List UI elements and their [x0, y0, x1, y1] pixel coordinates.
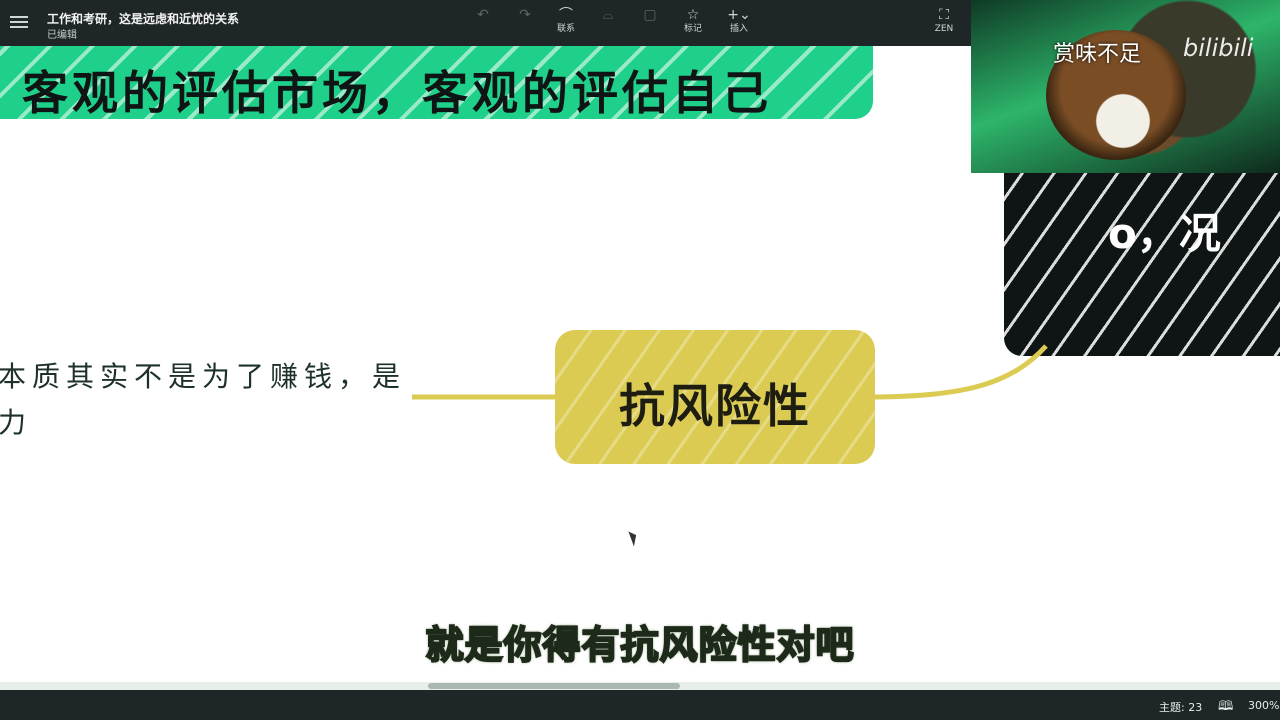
- topic-node-risk-resistance-text: 抗风险性: [619, 379, 811, 433]
- insert-button[interactable]: +⌄ 插入: [719, 6, 759, 35]
- document-status: 已编辑: [47, 30, 77, 41]
- menu-icon[interactable]: [10, 13, 28, 29]
- horizontal-scrollbar-thumb[interactable]: [428, 683, 680, 689]
- fullscreen-icon: ⛶: [939, 7, 949, 23]
- topic-node-risk-resistance[interactable]: 抗风险性: [555, 330, 875, 464]
- undo-icon: ↶: [477, 7, 489, 23]
- zoom-level[interactable]: 300%: [1248, 699, 1279, 712]
- marker-button[interactable]: ☆ 标记: [673, 6, 713, 35]
- video-subtitle: 就是你得有抗风险性对吧: [424, 622, 855, 668]
- topic-count: 主题: 23: [1159, 701, 1203, 714]
- relationship-button[interactable]: ⌒ 联系: [546, 6, 586, 35]
- link-icon: ⌒: [559, 7, 573, 23]
- redo-button[interactable]: ↷: [505, 6, 545, 24]
- plus-icon: +⌄: [727, 7, 751, 23]
- summary-button[interactable]: ⌓: [588, 6, 628, 24]
- topic-node-left[interactable]: 本质其实不是为了赚钱，是 力: [0, 354, 406, 446]
- star-icon: ☆: [686, 7, 700, 23]
- redo-icon: ↷: [519, 7, 531, 23]
- topic-node-left-line2: 力: [0, 406, 33, 439]
- webcam-overlay: 赏味不足 bilibili: [971, 0, 1280, 173]
- boundary-icon: ▢: [643, 7, 657, 23]
- topic-node-left-line1: 本质其实不是为了赚钱，是: [0, 360, 407, 393]
- webcam-caption: 赏味不足: [1053, 42, 1142, 67]
- zen-mode-button[interactable]: ⛶ ZEN: [924, 6, 964, 35]
- connector-right: [874, 344, 1048, 400]
- status-bar: 主题: 23 🕮 300%: [0, 690, 1280, 720]
- boundary-button[interactable]: ▢: [630, 6, 670, 24]
- document-title: 工作和考研，这是远虑和近忧的关系: [47, 12, 240, 26]
- undo-button[interactable]: ↶: [463, 6, 503, 24]
- summary-icon: ⌓: [602, 7, 614, 23]
- bilibili-logo: bilibili: [1183, 34, 1254, 62]
- outline-book-icon[interactable]: 🕮: [1218, 697, 1233, 719]
